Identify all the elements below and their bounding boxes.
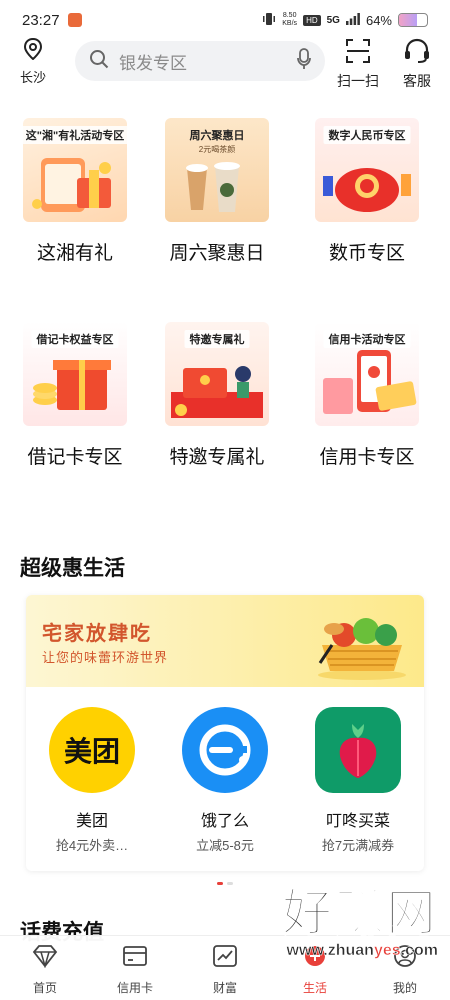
promo-vip-gift[interactable]: 特邀专属礼 特邀专属礼 (142, 322, 292, 469)
location-selector[interactable]: 长沙 (16, 37, 50, 86)
location-pin-icon (23, 37, 43, 64)
tab-label: 我的 (392, 981, 417, 995)
app-eleme[interactable]: 饿了么 立减5-8元 (159, 707, 291, 854)
battery-icon (398, 13, 428, 27)
search-icon (89, 49, 109, 74)
promo-label: 借记卡专区 (27, 447, 123, 468)
promo-label: 周六聚惠日 (169, 243, 265, 264)
user-icon (392, 945, 418, 972)
tab-label: 生活 (302, 981, 327, 995)
location-label: 长沙 (19, 70, 46, 85)
status-indicators: 8.50 KB/s HD 5G 64% (262, 12, 428, 29)
section-title: 超级惠生活 (20, 557, 125, 580)
app-offer: 抢4元外卖… (55, 838, 129, 853)
food-delivery-card: 宅家放肆吃 让您的味蕾环游世界 美团 美团 抢4元外卖… 饿了么 立减5-8元 … (26, 595, 424, 871)
app-meituan[interactable]: 美团 美团 抢4元外卖… (26, 707, 158, 854)
net-speed: 8.50 KB/s (282, 12, 297, 28)
promo-credit-card-image: 信用卡活动专区 (315, 322, 419, 426)
banner-subtitle: 让您的味蕾环游世界 (42, 650, 169, 665)
search-placeholder: 银发专区 (119, 53, 187, 73)
battery-percent: 64% (365, 12, 392, 28)
app-offer: 立减5-8元 (196, 838, 254, 853)
scan-label: 扫一扫 (337, 73, 379, 89)
tab-wealth[interactable]: 财富 (180, 936, 270, 1000)
promo-label: 数币专区 (328, 243, 405, 264)
chart-icon (212, 945, 238, 972)
promo-debit-card[interactable]: 借记卡权益专区 借记卡专区 (0, 322, 150, 469)
search-bar[interactable]: 银发专区 (75, 41, 325, 81)
tab-mine[interactable]: 我的 (360, 936, 450, 1000)
hd-badge: HD (303, 14, 321, 26)
dingdong-icon (315, 707, 401, 793)
promo-saturday-deals[interactable]: 周六聚惠日 2元喝茶颜 周六聚惠日 (142, 118, 292, 265)
carousel-indicator (0, 882, 450, 885)
app-notification-icon (67, 13, 82, 27)
promo-credit-card[interactable]: 信用卡活动专区 信用卡专区 (292, 322, 442, 469)
promo-vip-gift-image: 特邀专属礼 (165, 322, 269, 426)
customer-service-label: 客服 (403, 73, 431, 89)
header: 长沙 银发专区 扫一扫 客服 (0, 37, 450, 91)
promo-digital-rmb[interactable]: 数字人民币专区 数币专区 (292, 118, 442, 265)
food-basket-icon (314, 605, 410, 686)
bottom-tab-bar: 首页 信用卡 财富 生活 我的 (0, 935, 450, 1000)
app-name: 饿了么 (200, 813, 249, 830)
carousel-dot-active (217, 882, 223, 885)
app-dingdong[interactable]: 叮咚买菜 抢7元满减券 (292, 707, 424, 854)
diamond-icon (32, 945, 58, 972)
status-bar: 23:27 8.50 KB/s HD 5G 64% (0, 0, 450, 40)
promo-label: 特邀专属礼 (169, 447, 265, 468)
tab-label: 信用卡 (116, 981, 153, 995)
customer-service-button[interactable]: 客服 (394, 38, 440, 91)
meituan-logo-text: 美团 (63, 736, 120, 767)
tab-life[interactable]: 生活 (270, 936, 360, 1000)
watermark-title: 好赚网 (281, 885, 438, 941)
signal-icon (345, 12, 360, 28)
tab-credit-card[interactable]: 信用卡 (90, 936, 180, 1000)
tab-home[interactable]: 首页 (0, 936, 90, 1000)
app-name: 美团 (75, 813, 108, 830)
signal-5g: 5G (326, 14, 340, 26)
promo-label: 信用卡专区 (319, 447, 415, 468)
eleme-icon (182, 707, 268, 793)
scan-icon (345, 39, 371, 68)
card-icon (122, 946, 148, 972)
scan-button[interactable]: 扫一扫 (335, 38, 381, 91)
carousel-dot (227, 882, 233, 885)
banner-title: 宅家放肆吃 (42, 623, 152, 645)
net-speed-value: 8.50 (282, 12, 297, 19)
headset-icon (403, 38, 431, 68)
tab-label: 财富 (212, 981, 237, 995)
app-offer: 抢7元满减券 (321, 838, 395, 853)
meituan-icon: 美团 (49, 707, 135, 793)
life-icon (302, 946, 328, 972)
food-banner[interactable]: 宅家放肆吃 让您的味蕾环游世界 (26, 595, 424, 687)
promo-digital-rmb-image: 数字人民币专区 (315, 118, 419, 222)
net-speed-unit: KB/s (282, 20, 298, 27)
promo-xiang-youli-image: 这"湘"有礼活动专区 (23, 118, 127, 222)
promo-saturday-deals-image: 周六聚惠日 2元喝茶颜 (165, 118, 269, 222)
promo-debit-card-image: 借记卡权益专区 (23, 322, 127, 426)
microphone-icon[interactable] (297, 47, 311, 75)
vibrate-icon (262, 12, 276, 29)
status-time: 23:27 (22, 11, 60, 29)
tab-label: 首页 (32, 981, 57, 995)
app-name: 叮咚买菜 (325, 813, 390, 830)
promo-xiang-youli[interactable]: 这"湘"有礼活动专区 这湘有礼 (0, 118, 150, 265)
promo-label: 这湘有礼 (36, 243, 113, 264)
